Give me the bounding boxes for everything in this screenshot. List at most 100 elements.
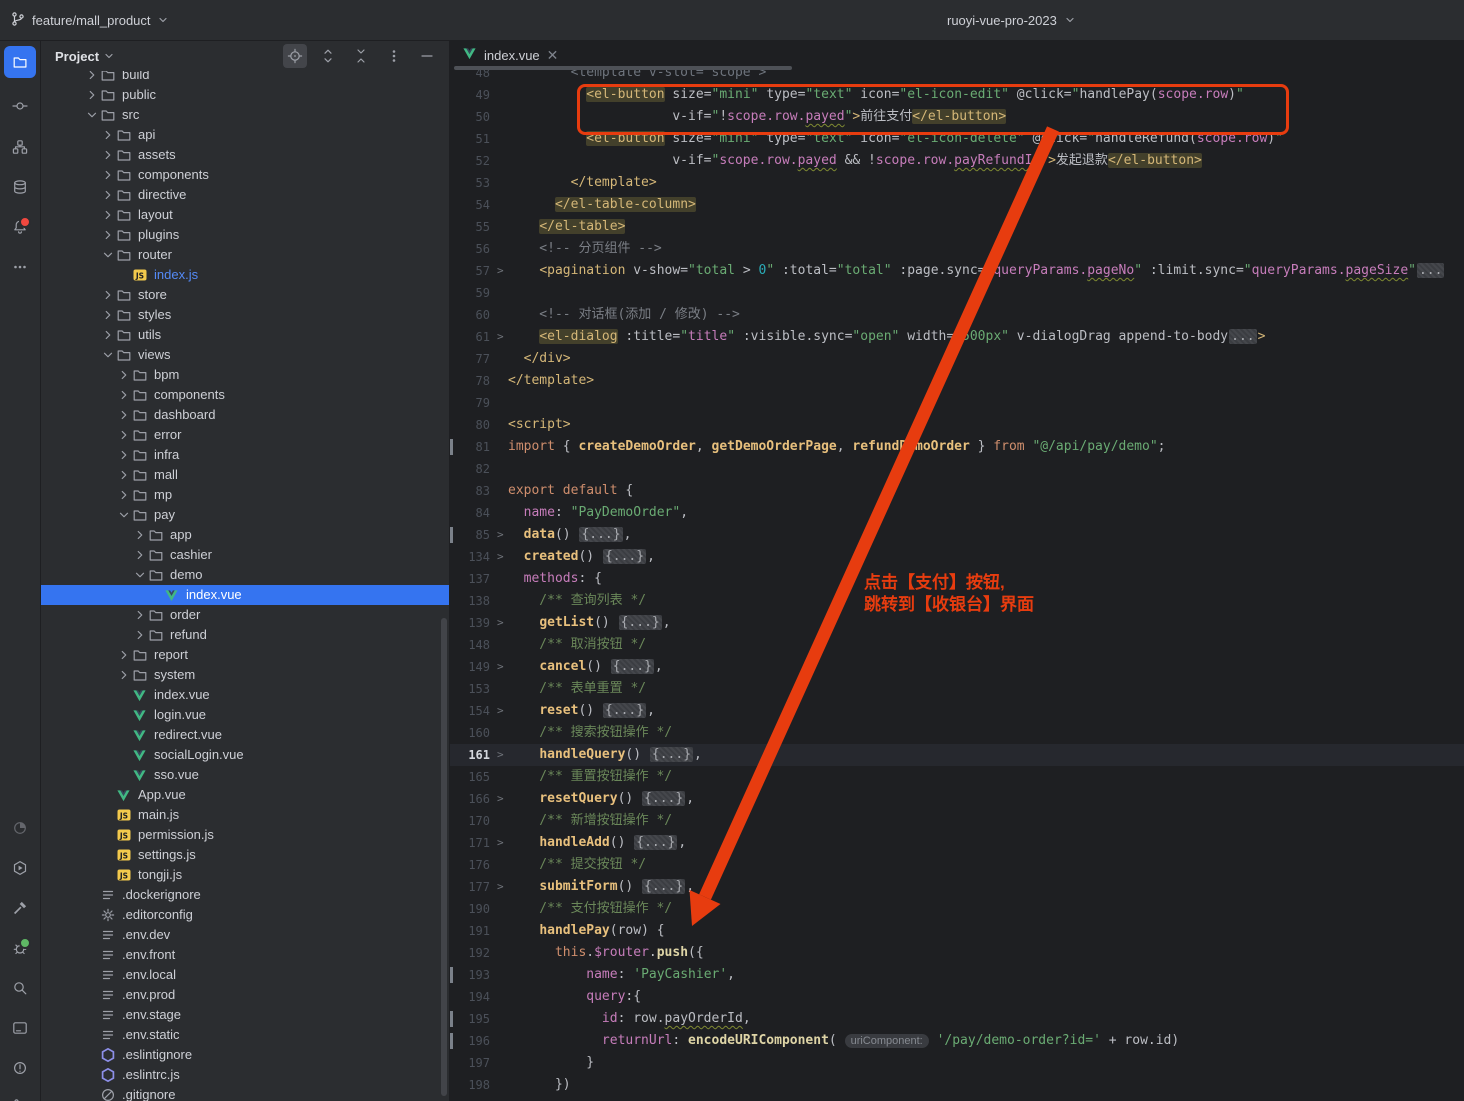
collapse-all-icon[interactable] xyxy=(349,44,373,68)
code-line-170[interactable]: 170 /** 新增按钮操作 */ xyxy=(450,810,1464,832)
line-number[interactable]: 84 xyxy=(450,502,490,524)
tree-item-.env.prod[interactable]: .env.prod xyxy=(41,985,450,1005)
chevron-down-icon[interactable] xyxy=(116,507,131,523)
build-hammer-icon[interactable] xyxy=(4,892,36,924)
line-number[interactable]: 134 xyxy=(450,546,490,568)
tree-item-tongji.js[interactable]: JStongji.js xyxy=(41,865,450,885)
tree-item-utils[interactable]: utils xyxy=(41,325,450,345)
structure-icon[interactable] xyxy=(4,131,36,163)
code-line-177[interactable]: 177> submitForm() {...}, xyxy=(450,876,1464,898)
tree-item-settings.js[interactable]: JSsettings.js xyxy=(41,845,450,865)
tree-item-.env.front[interactable]: .env.front xyxy=(41,945,450,965)
project-selector[interactable]: ruoyi-vue-pro-2023 xyxy=(947,0,1076,40)
line-number[interactable]: 165 xyxy=(450,766,490,788)
chevron-down-icon[interactable] xyxy=(100,347,115,363)
line-number[interactable]: 194 xyxy=(450,986,490,1008)
database-icon[interactable] xyxy=(4,171,36,203)
chevron-right-icon[interactable] xyxy=(116,667,131,683)
code-line-79[interactable]: 79 xyxy=(450,392,1464,414)
code-line-139[interactable]: 139> getList() {...}, xyxy=(450,612,1464,634)
code-line-161[interactable]: 161> handleQuery() {...}, xyxy=(450,744,1464,766)
chevron-right-icon[interactable] xyxy=(100,187,115,203)
project-panel-title[interactable]: Project xyxy=(55,49,115,64)
run-icon[interactable] xyxy=(4,852,36,884)
tree-item-views[interactable]: views xyxy=(41,345,450,365)
line-number[interactable]: 177 xyxy=(450,876,490,898)
chevron-right-icon[interactable] xyxy=(132,607,147,623)
tree-item-public[interactable]: public xyxy=(41,85,450,105)
tree-item-main.js[interactable]: JSmain.js xyxy=(41,805,450,825)
chevron-right-icon[interactable] xyxy=(116,427,131,443)
tree-item-index.vue[interactable]: index.vue xyxy=(41,585,450,605)
line-number[interactable]: 50 xyxy=(450,106,490,128)
tree-item-router[interactable]: router xyxy=(41,245,450,265)
line-number[interactable]: 171 xyxy=(450,832,490,854)
chevron-right-icon[interactable] xyxy=(100,127,115,143)
line-number[interactable]: 192 xyxy=(450,942,490,964)
line-number[interactable]: 59 xyxy=(450,282,490,304)
line-number[interactable]: 80 xyxy=(450,414,490,436)
tree-item-store[interactable]: store xyxy=(41,285,450,305)
tree-item-layout[interactable]: layout xyxy=(41,205,450,225)
code-line-193[interactable]: 193 name: 'PayCashier', xyxy=(450,964,1464,986)
line-number[interactable]: 198 xyxy=(450,1074,490,1096)
code-line-49[interactable]: 49 <el-button size="mini" type="text" ic… xyxy=(450,84,1464,106)
code-line-195[interactable]: 195 id: row.payOrderId, xyxy=(450,1008,1464,1030)
line-number[interactable]: 170 xyxy=(450,810,490,832)
code-line-137[interactable]: 137 methods: { xyxy=(450,568,1464,590)
chevron-right-icon[interactable] xyxy=(84,87,99,103)
tree-item-demo[interactable]: demo xyxy=(41,565,450,585)
fold-arrow-icon[interactable]: > xyxy=(497,832,504,854)
code-line-57[interactable]: 57> <pagination v-show="total > 0" :tota… xyxy=(450,260,1464,282)
hide-panel-icon[interactable] xyxy=(415,44,439,68)
problems-icon[interactable] xyxy=(4,1052,36,1084)
fold-arrow-icon[interactable]: > xyxy=(497,612,504,634)
tab-scroll-thumb[interactable] xyxy=(454,66,792,70)
chevron-right-icon[interactable] xyxy=(116,387,131,403)
project-tree-scrollbar[interactable] xyxy=(441,618,447,1096)
chevron-right-icon[interactable] xyxy=(100,287,115,303)
tree-item-index.vue[interactable]: index.vue xyxy=(41,685,450,705)
tree-item-.eslintrc.js[interactable]: .eslintrc.js xyxy=(41,1065,450,1085)
line-number[interactable]: 57 xyxy=(450,260,490,282)
notifications-icon[interactable] xyxy=(4,211,36,243)
tree-item-mall[interactable]: mall xyxy=(41,465,450,485)
tree-item-mp[interactable]: mp xyxy=(41,485,450,505)
code-line-60[interactable]: 60 <!-- 对话框(添加 / 修改) --> xyxy=(450,304,1464,326)
chevron-right-icon[interactable] xyxy=(100,227,115,243)
line-number[interactable]: 166 xyxy=(450,788,490,810)
expand-all-icon[interactable] xyxy=(316,44,340,68)
line-number[interactable]: 83 xyxy=(450,480,490,502)
code-line-192[interactable]: 192 this.$router.push({ xyxy=(450,942,1464,964)
line-number[interactable]: 49 xyxy=(450,84,490,106)
code-line-176[interactable]: 176 /** 提交按钮 */ xyxy=(450,854,1464,876)
line-number[interactable]: 61 xyxy=(450,326,490,348)
chevron-right-icon[interactable] xyxy=(100,307,115,323)
line-number[interactable]: 137 xyxy=(450,568,490,590)
tree-item-cashier[interactable]: cashier xyxy=(41,545,450,565)
code-line-171[interactable]: 171> handleAdd() {...}, xyxy=(450,832,1464,854)
line-number[interactable]: 139 xyxy=(450,612,490,634)
line-number[interactable]: 149 xyxy=(450,656,490,678)
fold-arrow-icon[interactable]: > xyxy=(497,326,504,348)
tree-item-.env.static[interactable]: .env.static xyxy=(41,1025,450,1045)
code-line-59[interactable]: 59 xyxy=(450,282,1464,304)
tree-item-directive[interactable]: directive xyxy=(41,185,450,205)
profiler-icon[interactable] xyxy=(4,812,36,844)
chevron-right-icon[interactable] xyxy=(132,547,147,563)
tree-item-api[interactable]: api xyxy=(41,125,450,145)
tab-index-vue[interactable]: index.vue ✕ xyxy=(450,41,568,69)
tree-item-sso.vue[interactable]: sso.vue xyxy=(41,765,450,785)
code-line-61[interactable]: 61> <el-dialog :title="title" :visible.s… xyxy=(450,326,1464,348)
code-line-83[interactable]: 83export default { xyxy=(450,480,1464,502)
search-icon[interactable] xyxy=(4,972,36,1004)
line-number[interactable]: 190 xyxy=(450,898,490,920)
line-number[interactable]: 77 xyxy=(450,348,490,370)
tree-item-.dockerignore[interactable]: .dockerignore xyxy=(41,885,450,905)
terminal-icon[interactable] xyxy=(4,1012,36,1044)
chevron-right-icon[interactable] xyxy=(132,627,147,643)
fold-arrow-icon[interactable]: > xyxy=(497,656,504,678)
tree-item-socialLogin.vue[interactable]: socialLogin.vue xyxy=(41,745,450,765)
line-number[interactable]: 148 xyxy=(450,634,490,656)
code-line-77[interactable]: 77 </div> xyxy=(450,348,1464,370)
